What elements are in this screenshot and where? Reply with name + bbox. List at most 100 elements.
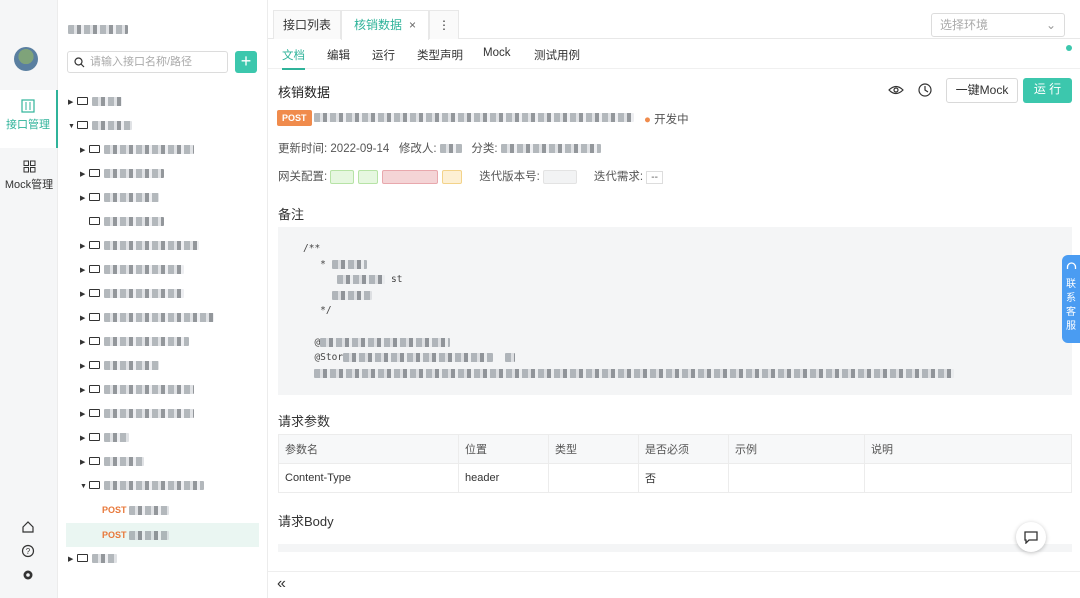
tree-folder[interactable]: ▶ [80,355,159,375]
run-button[interactable]: 运 行 [1023,78,1072,103]
history-icon[interactable] [917,82,933,98]
nav-api-management[interactable]: 接口管理 [0,90,58,148]
close-icon[interactable]: × [409,11,416,39]
tree-folder[interactable]: ▶ [68,548,117,568]
headset-icon [1066,262,1076,269]
tab-active-label: 核销数据 [354,18,403,32]
status-label: 开发中 [654,114,689,126]
tree-folder[interactable]: ▶ [80,235,199,255]
column-header: 示例 [728,434,865,464]
nav-mock-label: Mock管理 [4,179,54,191]
request-params-heading: 请求参数 [278,414,331,429]
table-cell [864,463,1072,493]
table-cell: header [458,463,549,493]
subtab-tests[interactable]: 测试用例 [534,47,580,63]
sliders-icon [21,99,35,113]
column-header: 位置 [458,434,549,464]
tree-folder[interactable]: ▶ [80,331,189,351]
tab-active[interactable]: 核销数据 × [341,10,429,40]
notes-heading: 备注 [278,207,305,222]
tree-folder[interactable]: ▼ [80,475,204,495]
tree-folder[interactable]: ▶ [80,139,194,159]
svg-text:?: ? [26,547,31,556]
one-click-mock-button[interactable]: 一键Mock [946,78,1018,103]
table-row: Content-Type header 否 [278,463,1072,493]
contact-support-label: 联系客服 [1066,279,1076,332]
tree-folder[interactable] [80,211,164,231]
table-header-row: 参数名 位置 类型 是否必须 示例 说明 [278,434,1072,464]
tree-folder[interactable]: ▶ [80,427,129,447]
table-cell: Content-Type [278,463,459,493]
tree-endpoint[interactable]: POST [102,500,169,520]
updated-value: 2022-09-14 [330,143,390,155]
footer-bar: « [268,571,1080,598]
more-icon[interactable]: ⋮ [429,10,459,39]
status-dot [1066,45,1072,51]
api-path [314,112,634,124]
gateway-label: 网关配置: [278,171,328,183]
search-input[interactable]: 请输入接口名称/路径 [67,51,228,73]
category-label: 分类: [471,143,498,155]
tab-api-list[interactable]: 接口列表 [273,10,341,39]
column-header: 参数名 [278,434,459,464]
iteration-version-label: 迭代版本号: [479,171,540,183]
tree-endpoint-selected[interactable]: POST [66,523,259,547]
tree-folder[interactable]: ▶ [80,283,184,303]
subtab-edit[interactable]: 编辑 [327,47,350,63]
status-badge: ● 开发中 [644,114,689,126]
method-tag: POST [102,530,127,540]
subtab-mock[interactable]: Mock [483,47,510,59]
request-body-block [278,544,1072,552]
tree-folder[interactable]: ▶ [80,259,184,279]
tree-folder[interactable]: ▶ [68,91,122,111]
modifier-label: 修改人: [398,143,437,155]
params-table: 参数名 位置 类型 是否必须 示例 说明 Content-Type header… [278,434,1072,493]
chat-button[interactable] [1016,522,1046,552]
column-header: 类型 [548,434,639,464]
app-rail: 接口管理 Mock管理 ? [0,0,58,598]
chevron-down-icon: ⌄ [1045,18,1056,32]
grid-icon [23,160,35,173]
subtab-types[interactable]: 类型声明 [417,47,463,63]
collapse-icon[interactable]: « [277,575,286,593]
request-body-heading: 请求Body [278,514,334,529]
chat-icon [1024,531,1038,544]
column-header: 说明 [864,434,1072,464]
search-icon [74,57,85,68]
help-icon[interactable]: ? [21,544,35,558]
tree-folder[interactable]: ▶ [80,451,144,471]
environment-placeholder: 选择环境 [940,18,989,32]
nav-mock-management[interactable]: Mock管理 [0,160,58,200]
subtab-run[interactable]: 运行 [372,47,395,63]
tree-folder[interactable]: ▼ [68,115,132,135]
iteration-requirement-label: 迭代需求: [593,171,644,183]
method-badge: POST [277,110,312,126]
project-name [68,22,128,36]
tree-folder[interactable]: ▶ [80,187,159,207]
search-placeholder: 请输入接口名称/路径 [90,56,193,68]
doc-content: 核销数据 一键Mock 运 行 POST ● 开发中 更新时间: 2022-09… [268,70,1080,570]
avatar[interactable] [14,47,38,71]
table-cell: 否 [638,463,729,493]
home-icon[interactable] [21,520,35,534]
api-tree-panel: 请输入接口名称/路径 + ▶ ▼ ▶ ▶ ▶ ▶ ▶ ▶ ▶ ▶ ▶ ▶ ▶ ▶… [58,0,268,598]
gateway-row: 网关配置: 迭代版本号: 迭代需求: -- [278,168,663,184]
iteration-requirement-value: -- [646,171,663,184]
method-tag: POST [102,505,127,515]
meta-row: 更新时间: 2022-09-14 修改人: 分类: [278,140,601,156]
eye-icon[interactable] [888,82,904,98]
subtab-doc[interactable]: 文档 [282,47,305,70]
tree-folder[interactable]: ▶ [80,379,194,399]
nav-api-label: 接口管理 [6,119,50,131]
contact-support-button[interactable]: 联系客服 [1062,255,1080,343]
tree-folder[interactable]: ▶ [80,403,194,423]
environment-select[interactable]: 选择环境 ⌄ [931,13,1065,37]
doc-subtabs: 文档 编辑 运行 类型声明 Mock 测试用例 [268,40,1080,70]
updated-label: 更新时间: [278,143,328,155]
add-button[interactable]: + [235,51,257,73]
table-cell [728,463,865,493]
tree-folder[interactable]: ▶ [80,163,164,183]
tree-folder[interactable]: ▶ [80,307,214,327]
table-cell [548,463,639,493]
settings-icon[interactable] [21,568,35,582]
